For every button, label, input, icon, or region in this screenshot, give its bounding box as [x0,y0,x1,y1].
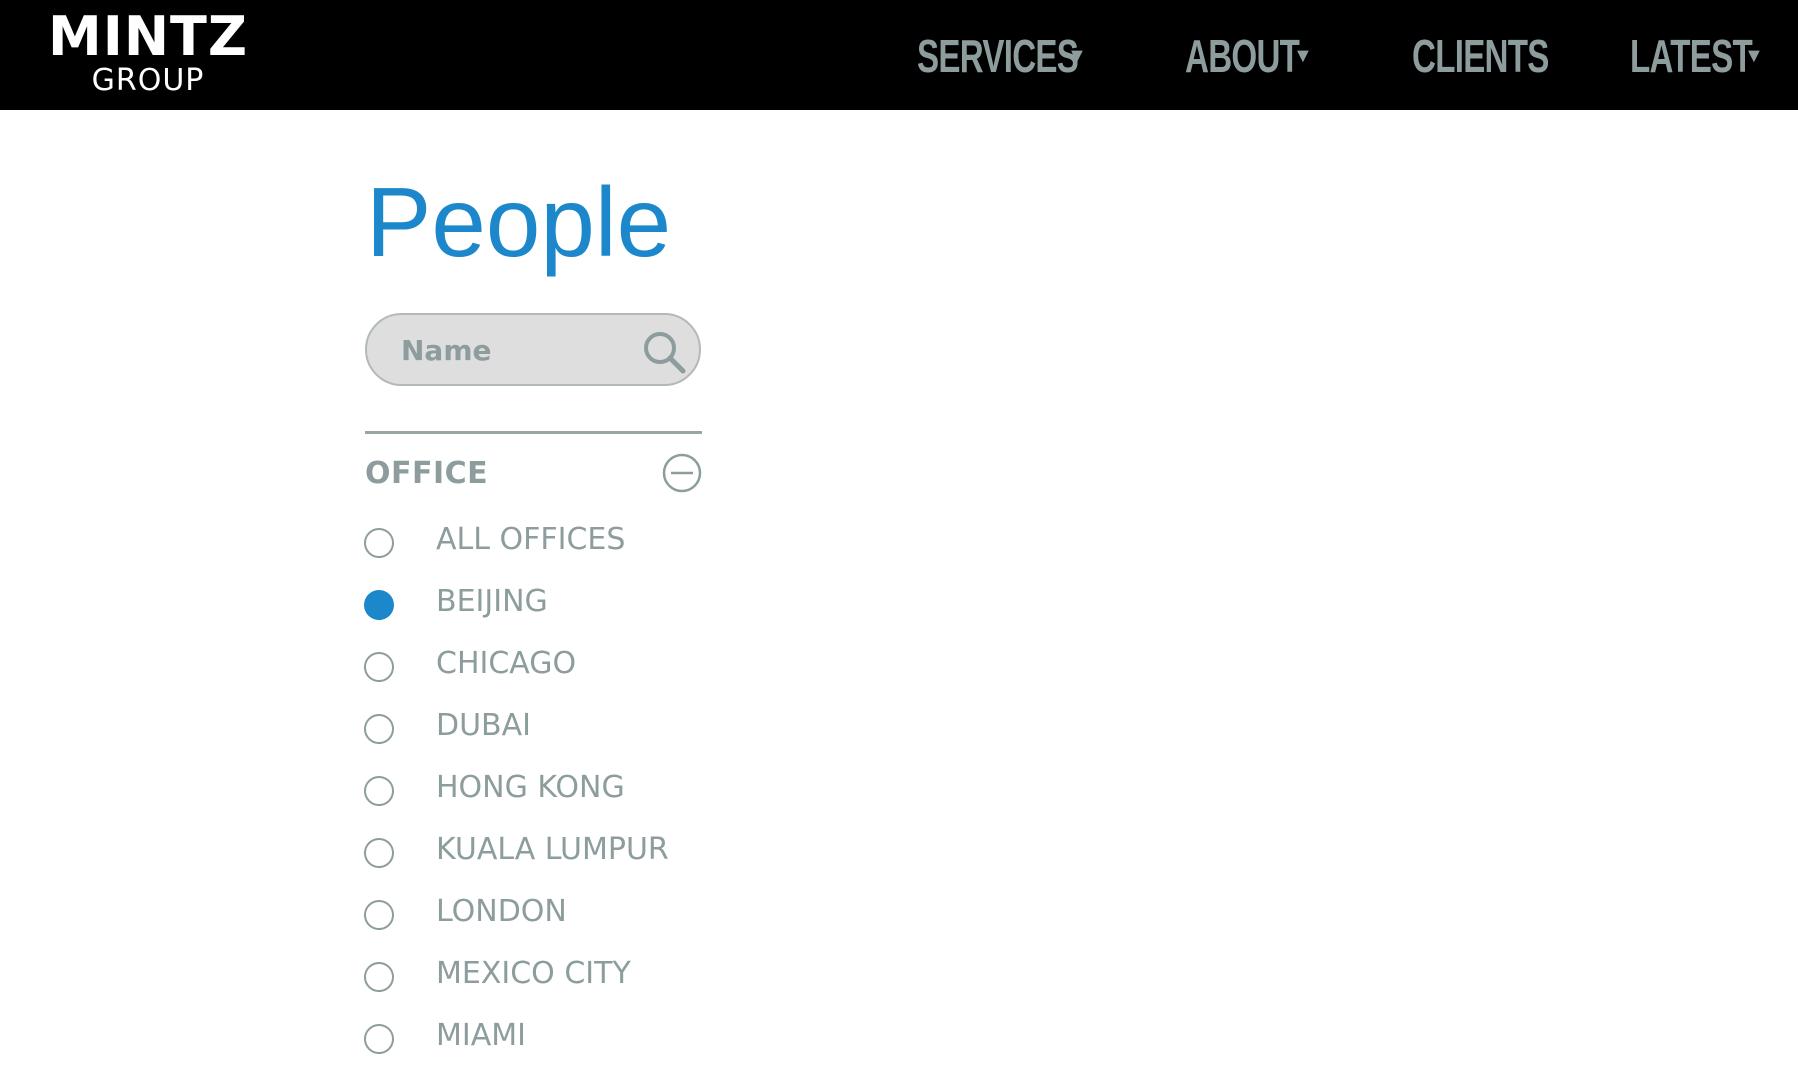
mintz-group-logo[interactable]: MINTZ GROUP [48,8,248,96]
filter-divider [365,431,702,434]
office-option-label: MIAMI [436,1018,526,1053]
radio-checked-icon[interactable] [364,590,394,620]
radio-unchecked-icon[interactable] [364,528,394,558]
radio-unchecked-icon[interactable] [364,714,394,744]
name-search-box [365,313,701,386]
radio-unchecked-icon[interactable] [364,962,394,992]
logo-wordmark: MINTZ [48,5,249,68]
page-title: People [366,167,672,277]
office-option-label: KUALA LUMPUR [436,832,669,867]
nav-latest[interactable]: LATEST ▼ [1630,28,1798,84]
name-search-input[interactable] [399,315,633,386]
logo-subtitle: GROUP [91,63,205,98]
radio-unchecked-icon[interactable] [364,1024,394,1054]
office-option-label: CHICAGO [436,646,577,681]
radio-unchecked-icon[interactable] [364,900,394,930]
nav-about-label: ABOUT [1185,30,1300,82]
nav-latest-label: LATEST [1630,30,1753,82]
office-filter-heading: OFFICE [365,456,489,491]
minus-circle-icon[interactable] [662,453,702,493]
radio-unchecked-icon[interactable] [364,776,394,806]
nav-about[interactable]: ABOUT ▼ [1185,28,1344,84]
office-option-label: HONG KONG [436,770,625,805]
chevron-down-icon: ▼ [1067,44,1087,67]
office-option-label: BEIJING [436,584,548,619]
nav-clients-label: CLIENTS [1412,30,1549,82]
radio-unchecked-icon[interactable] [364,838,394,868]
search-icon[interactable] [641,329,687,375]
office-option-label: ALL OFFICES [436,522,626,557]
chevron-down-icon: ▼ [1744,44,1764,67]
radio-unchecked-icon[interactable] [364,652,394,682]
office-option-label: LONDON [436,894,567,929]
nav-clients[interactable]: CLIENTS [1412,28,1602,84]
office-option-label: MEXICO CITY [436,956,631,991]
top-navigation-bar: MINTZ GROUP SERVICES ▼ ABOUT ▼ CLIENTS L… [0,0,1798,110]
chevron-down-icon: ▼ [1293,44,1313,67]
office-option-label: DUBAI [436,708,532,743]
nav-services-label: SERVICES [917,30,1079,82]
nav-services[interactable]: SERVICES ▼ [917,28,1141,84]
